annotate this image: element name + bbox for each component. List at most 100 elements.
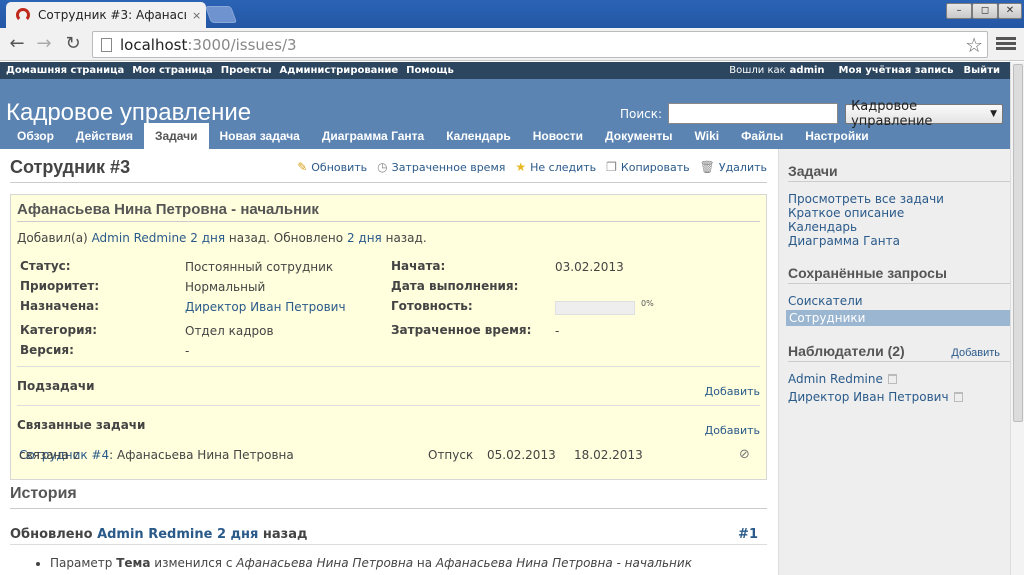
sidebar-link-calendar[interactable]: Календарь: [788, 220, 1010, 234]
clock-icon: ◷: [377, 160, 388, 174]
journal-prefix: Обновлено: [10, 527, 93, 542]
search-input[interactable]: [668, 103, 839, 124]
detail-prefix: Параметр: [50, 556, 113, 570]
logged-as-prefix: Вошли как: [729, 65, 786, 76]
category-value: Отдел кадров: [185, 324, 274, 338]
journal-number-link[interactable]: #1: [738, 527, 758, 542]
page-scrollbar[interactable]: [1010, 62, 1024, 575]
tab-settings[interactable]: Настройки: [794, 123, 879, 149]
tab-calendar[interactable]: Календарь: [435, 123, 522, 149]
reload-icon[interactable]: ↻: [62, 33, 84, 55]
account-menu: Вошли как admin Моя учётная запись Выйти: [729, 65, 1010, 76]
watcher-link[interactable]: Admin Redmine: [788, 372, 883, 386]
redmine-page: Домашняя страница Моя страница Проекты А…: [0, 62, 1010, 575]
redmine-favicon-icon: [16, 8, 30, 22]
start-value: 03.02.2013: [555, 260, 624, 274]
browser-toolbar: ← → ↻ localhost:3000/issues/3 ☆: [0, 28, 1024, 61]
unwatch-button[interactable]: ★ Не следить: [515, 160, 596, 174]
pencil-icon: ✎: [297, 160, 308, 174]
address-bar[interactable]: localhost:3000/issues/3 ☆: [92, 31, 988, 58]
delete-label: Удалить: [718, 160, 767, 174]
log-time-label: Затраченное время: [391, 160, 506, 174]
bookmark-star-icon[interactable]: ☆: [965, 33, 983, 57]
window-maximize-button[interactable]: ◻: [972, 3, 998, 19]
query-link-employees[interactable]: Сотрудники: [786, 310, 1010, 326]
browser-menu-icon[interactable]: [996, 35, 1016, 53]
updated-ago-link[interactable]: 2 дня: [347, 231, 382, 245]
journal-ago-link[interactable]: 2 дня: [217, 527, 258, 542]
tab-overview[interactable]: Обзор: [6, 123, 65, 149]
remove-watcher-icon[interactable]: [953, 392, 963, 402]
window-minimize-button[interactable]: –: [946, 3, 972, 19]
delete-relation-icon[interactable]: ⊘: [739, 447, 750, 462]
tab-new-issue[interactable]: Новая задача: [209, 123, 311, 149]
tab-news[interactable]: Новости: [522, 123, 594, 149]
tab-close-icon[interactable]: ×: [192, 9, 201, 22]
top-menu-administration[interactable]: Администрирование: [280, 65, 399, 76]
watcher-link[interactable]: Директор Иван Петрович: [788, 390, 949, 404]
my-account-link[interactable]: Моя учётная запись: [839, 65, 954, 76]
assignee-link[interactable]: Директор Иван Петрович: [185, 300, 346, 314]
add-watcher-link[interactable]: Добавить: [951, 347, 1000, 359]
updated-suffix: назад.: [385, 231, 427, 245]
copy-button[interactable]: ❐ Копировать: [606, 160, 689, 174]
page-icon: [101, 37, 112, 52]
add-subtask-link[interactable]: Добавить: [705, 385, 760, 398]
added-ago-link[interactable]: 2 дня: [190, 231, 225, 245]
tab-documents[interactable]: Документы: [594, 123, 683, 149]
status-value: Постоянный сотрудник: [185, 260, 334, 274]
sidebar-queries-title: Сохранённые запросы: [788, 265, 1010, 284]
window-close-button[interactable]: ✕: [998, 3, 1022, 19]
sidebar-link-summary[interactable]: Краткое описание: [788, 206, 1010, 220]
journal-suffix: назад: [262, 527, 308, 542]
back-arrow-icon[interactable]: ←: [6, 33, 28, 55]
tab-activity[interactable]: Действия: [65, 123, 144, 149]
scrollbar-thumb[interactable]: [1013, 64, 1023, 422]
spent-value: -: [555, 324, 560, 338]
related-title: Связанные задачи: [17, 418, 146, 432]
log-time-button[interactable]: ◷ Затраченное время: [377, 160, 505, 174]
dropdown-arrow-icon: ▼: [990, 108, 998, 119]
version-label: Версия:: [20, 343, 74, 357]
browser-tab[interactable]: Сотрудник #3: Афанасьева ×: [6, 2, 206, 28]
done-label: Готовность:: [391, 299, 473, 313]
detail-to: на: [416, 556, 433, 570]
related-section: Связанные задачи Добавить связана с Сотр…: [17, 405, 760, 473]
star-icon: ★: [515, 160, 527, 174]
logout-link[interactable]: Выйти: [964, 65, 1000, 76]
tab-gantt[interactable]: Диаграмма Ганта: [311, 123, 435, 149]
tab-issues[interactable]: Задачи: [143, 123, 209, 149]
project-jump-select[interactable]: Кадровое управление ▼: [845, 99, 1004, 129]
forward-arrow-icon[interactable]: →: [33, 33, 55, 55]
update-button[interactable]: ✎ Обновить: [297, 160, 367, 174]
logged-as-user[interactable]: admin: [790, 65, 825, 76]
new-tab-button[interactable]: [204, 6, 238, 23]
remove-watcher-icon[interactable]: [887, 374, 897, 384]
add-relation-link[interactable]: Добавить: [705, 424, 760, 437]
top-menu-my-page[interactable]: Моя страница: [132, 65, 212, 76]
sidebar-link-gantt[interactable]: Диаграмма Ганта: [788, 234, 1010, 248]
relation-status: Отпуск: [428, 448, 474, 462]
copy-label: Копировать: [620, 160, 690, 174]
top-menu-help[interactable]: Помощь: [406, 65, 454, 76]
delete-button[interactable]: 🗑 Удалить: [700, 160, 767, 174]
history-title: История: [10, 485, 77, 502]
sidebar-link-all-issues[interactable]: Просмотреть все задачи: [788, 192, 1010, 206]
top-menu-projects[interactable]: Проекты: [221, 65, 272, 76]
subtasks-section: Подзадачи Добавить: [17, 366, 760, 404]
journal-details: Параметр Тема изменился с Афанасьева Нин…: [50, 556, 692, 570]
query-link-candidates[interactable]: Соискатели: [788, 294, 1010, 308]
top-menu-home[interactable]: Домашняя страница: [6, 65, 124, 76]
author-link[interactable]: Admin Redmine: [92, 231, 187, 245]
tab-wiki[interactable]: Wiki: [684, 123, 731, 149]
watchers-title-text: Наблюдатели (2): [788, 343, 905, 359]
version-value: -: [185, 344, 190, 358]
logged-as: Вошли как admin: [729, 65, 824, 76]
category-label: Категория:: [20, 323, 98, 337]
url-host: localhost: [120, 35, 188, 54]
issue-subject: Афанасьева Нина Петровна - начальник: [17, 201, 760, 222]
added-by-prefix: Добавил(а): [17, 231, 88, 245]
priority-value: Нормальный: [185, 280, 266, 294]
tab-files[interactable]: Файлы: [730, 123, 794, 149]
journal-author-link[interactable]: Admin Redmine: [97, 527, 212, 542]
